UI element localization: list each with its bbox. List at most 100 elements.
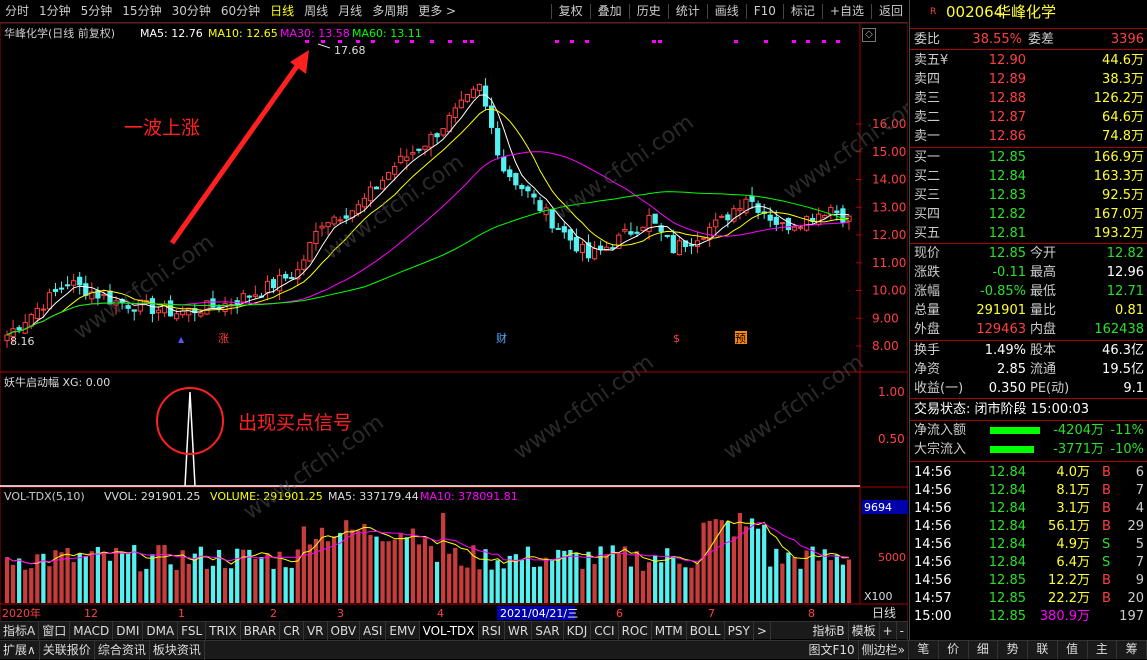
- candle-body[interactable]: [301, 259, 307, 270]
- indicator-tab-9[interactable]: VR: [304, 621, 328, 640]
- candle-body[interactable]: [464, 93, 470, 102]
- candle-body[interactable]: [719, 215, 725, 218]
- volume-bar[interactable]: [671, 556, 676, 603]
- bottom-right-1[interactable]: 侧边栏»: [859, 640, 909, 660]
- candle-body[interactable]: [767, 214, 773, 221]
- tool-button-2[interactable]: 历史: [632, 0, 666, 23]
- bottom-tab-3[interactable]: 板块资讯: [150, 640, 205, 660]
- volume-bar[interactable]: [622, 546, 627, 603]
- volume-bar[interactable]: [586, 551, 591, 603]
- candle-body[interactable]: [313, 230, 319, 245]
- tool-button-7[interactable]: +自选: [825, 0, 869, 23]
- indicator-tab-0[interactable]: 指标A: [0, 621, 40, 640]
- volume-bar[interactable]: [271, 568, 276, 603]
- indicator-tab-13[interactable]: VOL-TDX: [419, 621, 479, 640]
- volume-bar[interactable]: [210, 565, 216, 603]
- candle-body[interactable]: [252, 294, 258, 297]
- volume-bar[interactable]: [156, 545, 161, 603]
- candle-body[interactable]: [501, 156, 507, 172]
- indicator-right-1[interactable]: 模板: [849, 621, 880, 640]
- candle-body[interactable]: [210, 298, 216, 308]
- candle-body[interactable]: [749, 195, 755, 202]
- candle-body[interactable]: [373, 186, 380, 190]
- candle-body[interactable]: [694, 240, 701, 248]
- candle-body[interactable]: [367, 186, 374, 202]
- candle-body[interactable]: [325, 222, 331, 228]
- volume-bar[interactable]: [562, 550, 567, 603]
- volume-bar[interactable]: [29, 568, 34, 603]
- volume-bar[interactable]: [150, 554, 155, 603]
- volume-bar[interactable]: [695, 563, 700, 603]
- volume-bar[interactable]: [768, 566, 773, 603]
- candle-body[interactable]: [840, 208, 846, 223]
- candle-body[interactable]: [737, 208, 743, 211]
- candle-body[interactable]: [361, 197, 368, 208]
- candle-body[interactable]: [379, 179, 386, 190]
- candle-body[interactable]: [513, 173, 519, 186]
- candle-body[interactable]: [343, 215, 349, 219]
- volume-bar[interactable]: [531, 566, 537, 603]
- bottom-tab-1[interactable]: 关联报价: [40, 640, 95, 660]
- volume-bar[interactable]: [743, 526, 749, 603]
- volume-bar[interactable]: [441, 513, 446, 603]
- volume-bar[interactable]: [465, 567, 470, 603]
- volume-bar[interactable]: [846, 559, 852, 603]
- period-tab-5[interactable]: 60分钟: [216, 0, 265, 23]
- right-tab-0[interactable]: 笔: [909, 640, 939, 659]
- volume-bar[interactable]: [144, 568, 149, 603]
- indicator-tab-4[interactable]: DMA: [143, 621, 179, 640]
- period-tab-3[interactable]: 15分钟: [117, 0, 166, 23]
- volume-bar[interactable]: [10, 564, 16, 603]
- right-tab-7[interactable]: 筹: [1117, 640, 1147, 659]
- indicator-tab-21[interactable]: BOLL: [687, 621, 725, 640]
- kline-chart[interactable]: 16.0015.0014.0013.0012.0011.0010.009.008…: [0, 23, 908, 633]
- volume-bar[interactable]: [398, 533, 403, 603]
- volume-bar[interactable]: [132, 545, 137, 603]
- indicator-right-0[interactable]: 指标B: [809, 621, 849, 640]
- volume-bar[interactable]: [501, 568, 506, 603]
- candle-body[interactable]: [77, 276, 83, 286]
- right-tab-4[interactable]: 联: [1028, 640, 1058, 659]
- candle-body[interactable]: [34, 307, 40, 320]
- volume-bar[interactable]: [616, 553, 621, 603]
- candle-body[interactable]: [822, 214, 828, 219]
- candle-body[interactable]: [634, 231, 640, 234]
- volume-bar[interactable]: [198, 546, 203, 603]
- indicator-tab-18[interactable]: CCI: [591, 621, 619, 640]
- volume-bar[interactable]: [489, 569, 494, 603]
- volume-bar[interactable]: [634, 551, 640, 603]
- candle-body[interactable]: [834, 210, 840, 214]
- candle-body[interactable]: [670, 235, 676, 254]
- indicator-tab-19[interactable]: ROC: [619, 621, 652, 640]
- period-tab-8[interactable]: 月线: [333, 0, 367, 23]
- candle-body[interactable]: [567, 229, 573, 241]
- candle-body[interactable]: [495, 128, 501, 156]
- indicator-tab-15[interactable]: WR: [505, 621, 533, 640]
- candle-body[interactable]: [434, 133, 440, 138]
- candle-body[interactable]: [64, 284, 71, 287]
- right-tab-5[interactable]: 值: [1058, 640, 1088, 659]
- volume-bar[interactable]: [126, 552, 131, 603]
- candle-body[interactable]: [664, 234, 670, 237]
- candle-body[interactable]: [283, 274, 289, 279]
- volume-bar[interactable]: [453, 547, 458, 603]
- candle-body[interactable]: [713, 219, 719, 228]
- volume-bar[interactable]: [374, 536, 379, 603]
- candle-body[interactable]: [71, 280, 77, 286]
- period-tab-1[interactable]: 1分钟: [34, 0, 76, 23]
- candle-body[interactable]: [355, 204, 361, 215]
- bottom-tab-2[interactable]: 综合资讯: [95, 640, 150, 660]
- volume-bar[interactable]: [483, 549, 488, 603]
- right-tab-3[interactable]: 势: [998, 640, 1028, 659]
- volume-bar[interactable]: [235, 548, 240, 603]
- volume-bar[interactable]: [749, 518, 755, 603]
- candle-body[interactable]: [101, 293, 107, 297]
- volume-bar[interactable]: [222, 567, 228, 603]
- indicator-right-2[interactable]: +: [880, 621, 897, 640]
- volume-bar[interactable]: [174, 569, 179, 603]
- candle-body[interactable]: [725, 214, 731, 221]
- candle-body[interactable]: [404, 156, 410, 161]
- volume-bar[interactable]: [307, 544, 313, 603]
- period-tab-7[interactable]: 周线: [299, 0, 333, 23]
- right-tab-6[interactable]: 主: [1088, 640, 1118, 659]
